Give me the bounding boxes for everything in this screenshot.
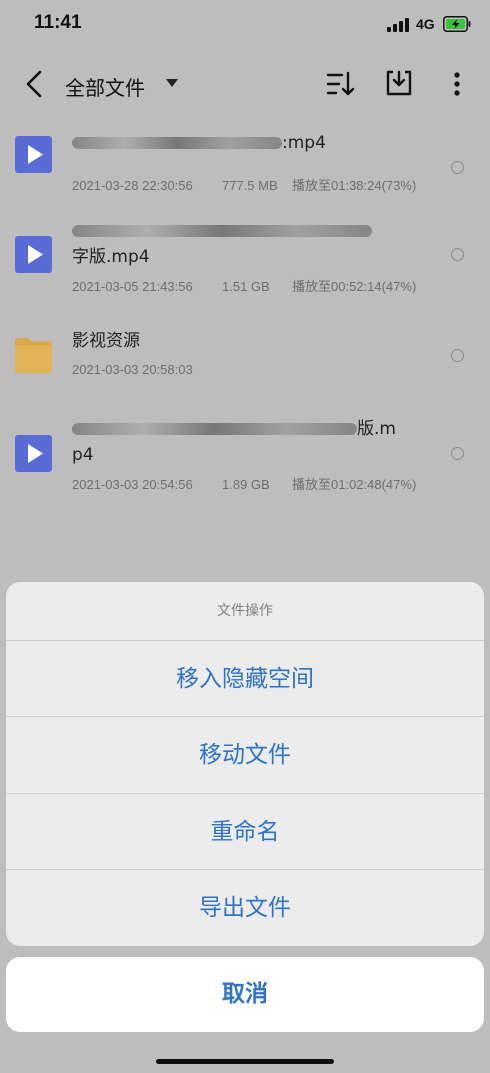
network-label: 4G [416,16,435,32]
file-date: 2021-03-28 22:30:56 [72,178,193,193]
file-meta: 2021-03-28 22:30:56 777.5 MB 播放至01:38:24(7… [72,175,416,194]
move-to-hidden-space-button[interactable]: 移入隐藏空间 [6,640,484,717]
file-date: 2021-03-03 20:58:03 [72,362,193,377]
list-item[interactable]: 字版.mp4 2021-03-05 21:43:56 1.51 GB 播放至00:5… [0,214,490,298]
file-size: 1.51 GB [222,279,270,294]
file-meta: 2021-03-03 20:58:03 [72,362,193,377]
header: 全部文件 [0,52,490,116]
rename-button[interactable]: 重命名 [6,793,484,870]
play-progress: 播放至01:38:24(73%) [292,178,417,193]
import-icon[interactable] [384,68,414,98]
file-name: 字版.mp4 [72,218,402,270]
video-file-icon [15,435,52,472]
list-item[interactable]: :mp4 2021-03-28 22:30:56 777.5 MB 播放至01:38… [0,128,490,194]
file-size: 1.89 GB [222,477,270,492]
back-icon[interactable] [20,66,48,102]
signal-icon [387,18,413,32]
sort-icon[interactable] [326,70,356,98]
file-meta: 2021-03-03 20:54:56 1.89 GB 播放至01:02:48(47… [72,474,416,493]
select-radio[interactable] [451,349,464,362]
play-progress: 播放至00:52:14(47%) [292,279,417,294]
redacted-text [72,137,282,149]
export-file-button[interactable]: 导出文件 [6,869,484,946]
move-file-button[interactable]: 移动文件 [6,716,484,793]
file-date: 2021-03-03 20:54:56 [72,477,193,492]
list-item[interactable]: 版.m p4 2021-03-03 20:54:56 1.89 GB 播放至01:0… [0,414,490,498]
status-bar: 11:41 4G [0,0,490,52]
select-radio[interactable] [451,248,464,261]
more-icon[interactable] [448,70,466,98]
file-meta: 2021-03-05 21:43:56 1.51 GB 播放至00:52:14(47… [72,276,416,295]
play-progress: 播放至01:02:48(47%) [292,477,417,492]
action-sheet-title: 文件操作 [217,603,273,619]
redacted-text [72,423,357,435]
file-size: 777.5 MB [222,178,278,193]
action-sheet: 文件操作 移入隐藏空间 移动文件 重命名 导出文件 [6,582,484,946]
page-title[interactable]: 全部文件 [65,72,145,101]
file-date: 2021-03-05 21:43:56 [72,279,193,294]
redacted-text [72,225,372,237]
select-radio[interactable] [451,447,464,460]
folder-icon [15,338,52,373]
video-file-icon [15,236,52,273]
file-name: :mp4 [72,130,402,156]
chevron-down-icon[interactable] [165,78,179,88]
file-name: 影视资源 [72,331,140,351]
file-name: 版.m p4 [72,419,396,465]
list-item[interactable]: 影视资源 2021-03-03 20:58:03 [0,322,490,388]
video-file-icon [15,136,52,173]
home-indicator [156,1059,334,1064]
select-radio[interactable] [451,161,464,174]
battery-icon [443,16,471,32]
status-time: 11:41 [34,12,82,33]
cancel-button[interactable]: 取消 [6,957,484,1032]
